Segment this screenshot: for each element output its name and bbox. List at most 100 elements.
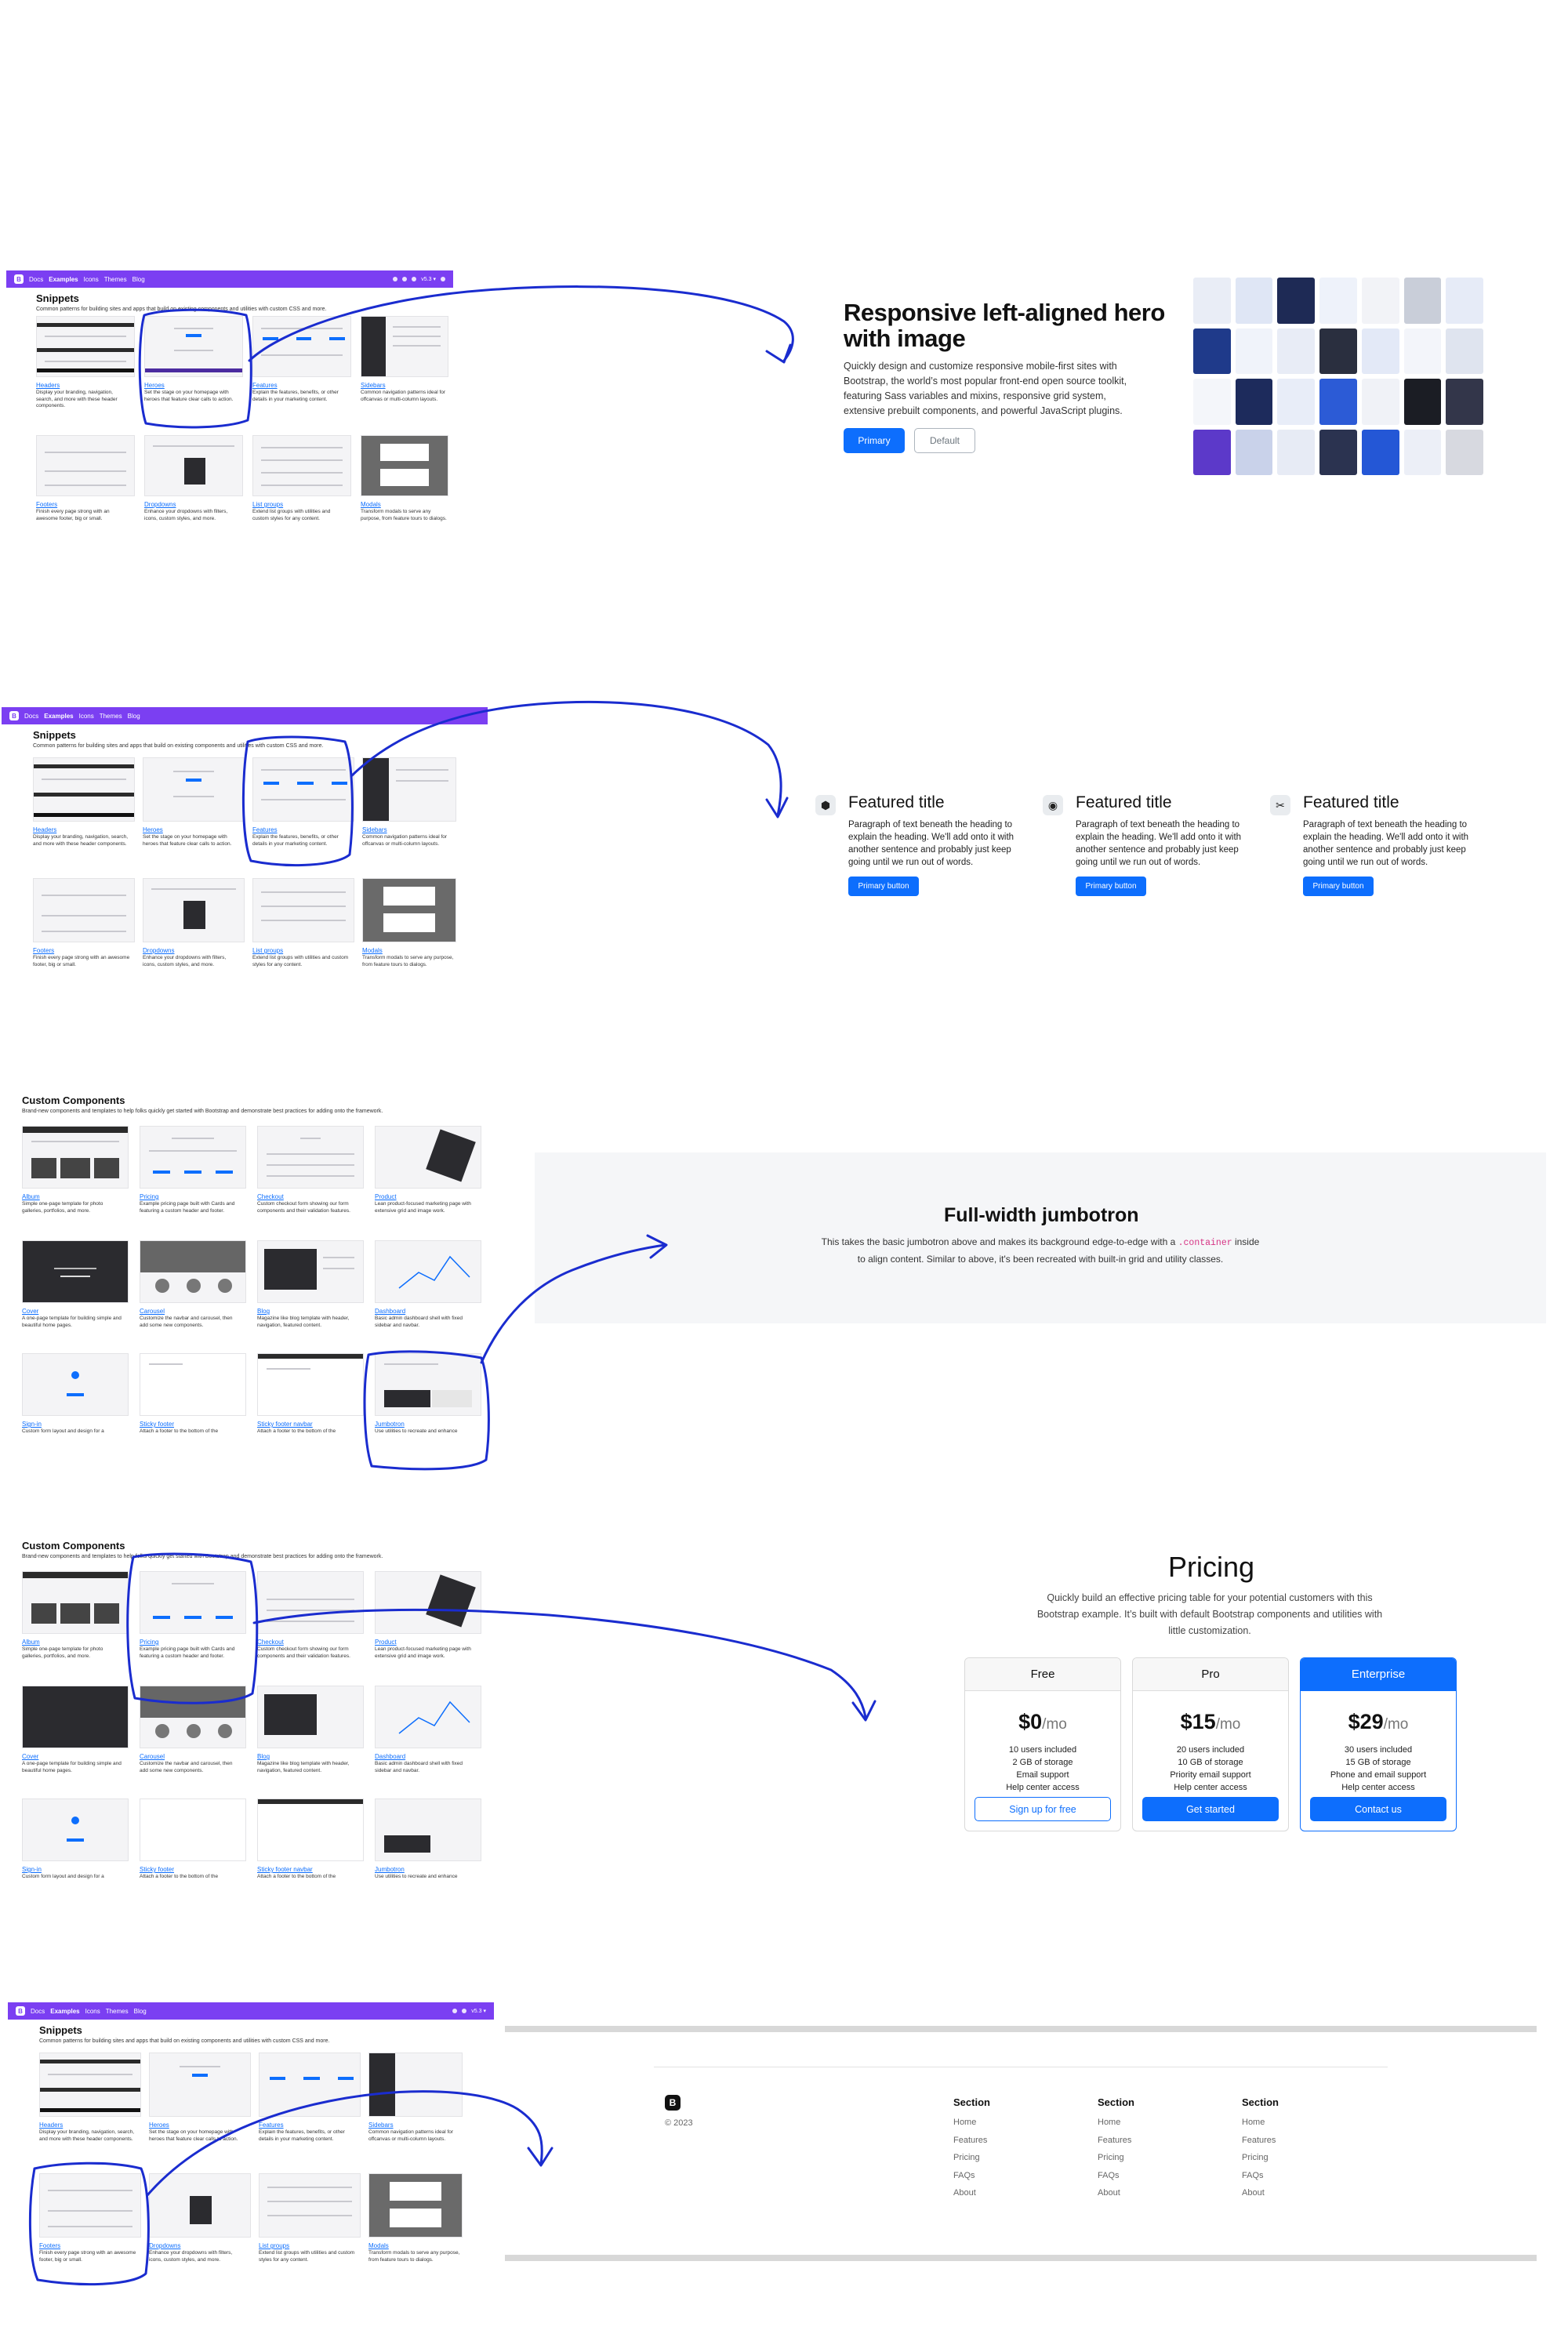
nav-link-examples[interactable]: Examples	[50, 2008, 79, 2015]
link-sticky-footer-navbar[interactable]: Sticky footer navbar	[257, 1866, 313, 1873]
thumb-pricing[interactable]	[140, 1126, 246, 1189]
thumb-heroes[interactable]	[149, 2053, 251, 2117]
link-headers[interactable]: Headers	[36, 382, 60, 389]
thumb-list-groups[interactable]	[252, 435, 351, 496]
thumb-checkout[interactable]	[257, 1126, 364, 1189]
link-dropdowns[interactable]: Dropdowns	[144, 501, 176, 508]
thumb-dropdowns[interactable]	[144, 435, 243, 496]
github-icon[interactable]	[452, 2009, 458, 2013]
version-dropdown[interactable]: v5.3 ▾	[471, 2008, 486, 2014]
thumb-sidebars[interactable]	[361, 316, 448, 377]
link-sign-in[interactable]: Sign-in	[22, 1866, 42, 1873]
link-jumbotron[interactable]: Jumbotron	[375, 1866, 405, 1873]
nav-link-icons[interactable]: Icons	[85, 2008, 100, 2015]
feature-button-1[interactable]: Primary button	[848, 877, 919, 896]
bootstrap-logo[interactable]: B	[14, 274, 24, 284]
thumb-sticky-footer[interactable]	[140, 1798, 246, 1861]
footer-link-about[interactable]: About	[953, 2184, 990, 2202]
thumb-features[interactable]	[252, 316, 351, 377]
link-sign-in[interactable]: Sign-in	[22, 1421, 42, 1428]
link-sidebars[interactable]: Sidebars	[362, 826, 387, 833]
link-heroes[interactable]: Heroes	[144, 382, 165, 389]
footer-link-features[interactable]: Features	[1098, 2132, 1134, 2150]
link-dashboard[interactable]: Dashboard	[375, 1753, 405, 1760]
link-headers[interactable]: Headers	[33, 826, 56, 833]
footer-link-pricing[interactable]: Pricing	[1242, 2149, 1279, 2167]
thumb-cover[interactable]	[22, 1686, 129, 1748]
nav-link-icons[interactable]: Icons	[79, 713, 94, 720]
footer-link-home[interactable]: Home	[1098, 2114, 1134, 2132]
link-features[interactable]: Features	[252, 382, 278, 389]
thumb-footers[interactable]	[36, 435, 135, 496]
hero-default-button[interactable]: Default	[914, 428, 975, 453]
thumb-modals[interactable]	[362, 878, 456, 942]
nav-link-icons[interactable]: Icons	[84, 276, 99, 283]
thumb-features[interactable]	[252, 757, 354, 822]
link-dropdowns[interactable]: Dropdowns	[149, 2242, 180, 2249]
bootstrap-logo[interactable]: B	[665, 2095, 681, 2111]
github-icon[interactable]	[393, 277, 398, 281]
thumb-features[interactable]	[259, 2053, 361, 2117]
bootstrap-logo[interactable]: B	[9, 711, 19, 720]
thumb-sidebars[interactable]	[368, 2053, 463, 2117]
thumb-footers[interactable]	[39, 2173, 141, 2238]
footer-link-home[interactable]: Home	[1242, 2114, 1279, 2132]
link-dashboard[interactable]: Dashboard	[375, 1308, 405, 1315]
link-footers[interactable]: Footers	[36, 501, 57, 508]
contact-us-button[interactable]: Contact us	[1310, 1797, 1446, 1821]
nav-link-docs[interactable]: Docs	[24, 713, 38, 720]
nav-link-blog[interactable]: Blog	[132, 276, 145, 283]
nav-link-blog[interactable]: Blog	[128, 713, 140, 720]
thumb-footers[interactable]	[33, 878, 135, 942]
footer-link-home[interactable]: Home	[953, 2114, 990, 2132]
link-list-groups[interactable]: List groups	[252, 501, 283, 508]
link-pricing[interactable]: Pricing	[140, 1193, 158, 1200]
twitter-icon[interactable]	[462, 2009, 467, 2013]
bootstrap-logo[interactable]: B	[16, 2006, 25, 2016]
thumb-dropdowns[interactable]	[143, 878, 245, 942]
nav-link-blog[interactable]: Blog	[134, 2008, 147, 2015]
thumb-pricing[interactable]	[140, 1571, 246, 1634]
thumb-sticky-footer-navbar[interactable]	[257, 1353, 364, 1416]
link-carousel[interactable]: Carousel	[140, 1753, 165, 1760]
thumb-modals[interactable]	[368, 2173, 463, 2238]
thumb-sticky-footer[interactable]	[140, 1353, 246, 1416]
link-pricing[interactable]: Pricing	[140, 1639, 158, 1646]
footer-link-features[interactable]: Features	[953, 2132, 990, 2150]
thumb-heroes[interactable]	[144, 316, 243, 377]
thumb-modals[interactable]	[361, 435, 448, 496]
link-list-groups[interactable]: List groups	[252, 947, 283, 954]
link-carousel[interactable]: Carousel	[140, 1308, 165, 1315]
link-features[interactable]: Features	[259, 2122, 284, 2129]
nav-link-examples[interactable]: Examples	[49, 276, 78, 283]
link-modals[interactable]: Modals	[368, 2242, 389, 2249]
link-heroes[interactable]: Heroes	[149, 2122, 169, 2129]
link-sidebars[interactable]: Sidebars	[368, 2122, 394, 2129]
link-dropdowns[interactable]: Dropdowns	[143, 947, 174, 954]
feature-button-2[interactable]: Primary button	[1076, 877, 1146, 896]
thumb-jumbotron[interactable]	[375, 1798, 481, 1861]
link-checkout[interactable]: Checkout	[257, 1193, 284, 1200]
thumb-carousel[interactable]	[140, 1686, 246, 1748]
thumb-product[interactable]	[375, 1571, 481, 1634]
thumb-album[interactable]	[22, 1126, 129, 1189]
thumb-headers[interactable]	[39, 2053, 141, 2117]
thumb-checkout[interactable]	[257, 1571, 364, 1634]
thumb-list-groups[interactable]	[259, 2173, 361, 2238]
footer-link-faqs[interactable]: FAQs	[1242, 2167, 1279, 2185]
link-jumbotron[interactable]: Jumbotron	[375, 1421, 405, 1428]
thumb-sticky-footer-navbar[interactable]	[257, 1798, 364, 1861]
link-product[interactable]: Product	[375, 1639, 397, 1646]
thumb-blog[interactable]	[257, 1240, 364, 1303]
thumb-carousel[interactable]	[140, 1240, 246, 1303]
footer-link-pricing[interactable]: Pricing	[953, 2149, 990, 2167]
feature-button-3[interactable]: Primary button	[1303, 877, 1374, 896]
nav-link-themes[interactable]: Themes	[100, 713, 122, 720]
thumb-headers[interactable]	[33, 757, 135, 822]
footer-link-about[interactable]: About	[1242, 2184, 1279, 2202]
thumb-dashboard[interactable]	[375, 1686, 481, 1748]
link-album[interactable]: Album	[22, 1639, 40, 1646]
thumb-headers[interactable]	[36, 316, 135, 377]
thumb-sign-in[interactable]	[22, 1798, 129, 1861]
link-sidebars[interactable]: Sidebars	[361, 382, 386, 389]
